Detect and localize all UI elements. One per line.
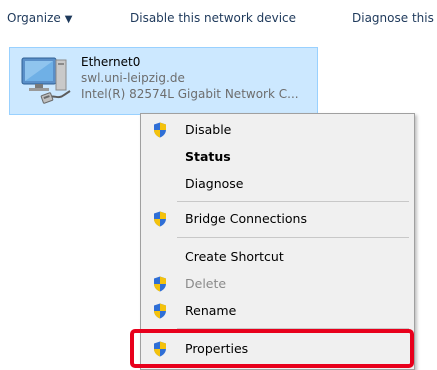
menu-item-status-label: Status (185, 149, 231, 164)
menu-item-create-shortcut-label: Create Shortcut (185, 249, 284, 264)
disable-network-device-button[interactable]: Disable this network device (130, 11, 296, 25)
shield-icon (154, 303, 166, 319)
menu-item-properties-label: Properties (185, 341, 249, 356)
adapter-network-domain: swl.uni-leipzig.de (81, 71, 185, 85)
menu-item-rename-label: Rename (185, 303, 237, 318)
disable-network-device-label: Disable this network device (130, 11, 297, 25)
diagnose-connection-label: Diagnose this (352, 11, 434, 25)
menu-item-create-shortcut[interactable]: Create Shortcut (143, 244, 412, 270)
menu-item-disable[interactable]: Disable (143, 117, 412, 143)
adapter-item-ethernet0[interactable]: Ethernet0 swl.uni-leipzig.de Intel(R) 82… (9, 47, 318, 115)
shield-icon (154, 211, 166, 227)
menu-item-rename[interactable]: Rename (143, 298, 412, 324)
shield-icon (154, 341, 166, 357)
menu-separator (177, 201, 409, 202)
menu-item-diagnose-label: Diagnose (185, 176, 244, 191)
diagnose-connection-button[interactable]: Diagnose this (352, 11, 434, 25)
command-bar: Organize ▼ Disable this network device Di… (0, 0, 437, 38)
menu-separator (177, 328, 409, 329)
shield-icon (154, 122, 166, 138)
adapter-name: Ethernet0 (81, 55, 141, 69)
menu-item-properties[interactable]: Properties (143, 336, 412, 362)
menu-item-delete-label: Delete (185, 276, 227, 291)
network-connections-window: Organize ▼ Disable this network device Di… (0, 0, 437, 370)
organize-label: Organize (7, 11, 61, 25)
adapter-context-menu: Disable Status Diagnose Bridge Connectio… (140, 113, 415, 370)
network-adapter-icon (21, 57, 71, 104)
menu-item-diagnose[interactable]: Diagnose (143, 171, 412, 197)
organize-menu-button[interactable]: Organize ▼ (7, 11, 72, 25)
menu-item-delete[interactable]: Delete (143, 271, 412, 297)
menu-item-disable-label: Disable (185, 122, 232, 137)
menu-item-status[interactable]: Status (143, 144, 412, 170)
caret-down-icon: ▼ (64, 14, 73, 25)
menu-item-bridge-connections-label: Bridge Connections (185, 211, 307, 226)
adapter-details: Ethernet0 swl.uni-leipzig.de Intel(R) 82… (81, 54, 317, 102)
menu-separator (177, 237, 409, 238)
menu-item-bridge-connections[interactable]: Bridge Connections (143, 206, 412, 232)
adapter-device-description: Intel(R) 82574L Gigabit Network C... (81, 87, 299, 101)
shield-icon (154, 276, 166, 292)
